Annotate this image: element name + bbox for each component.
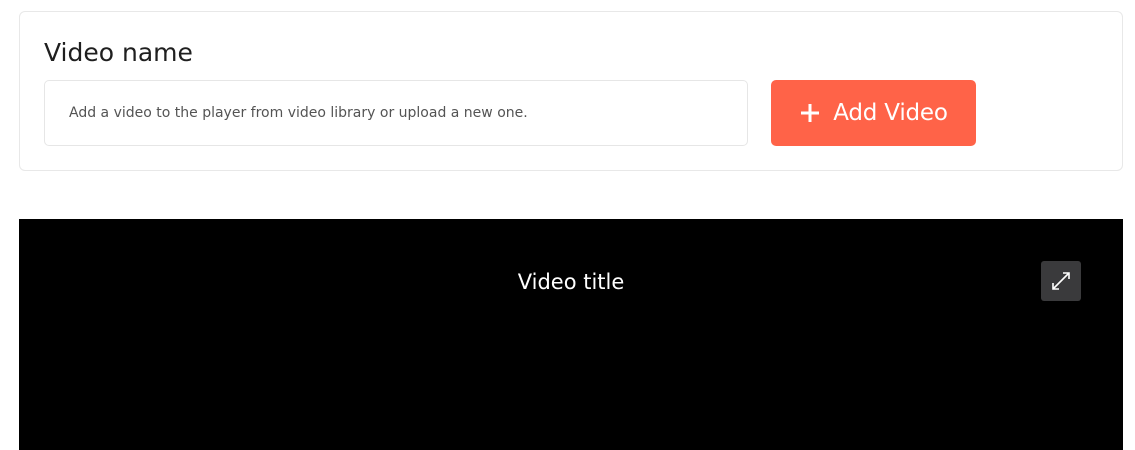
expand-button[interactable]	[1041, 261, 1081, 301]
video-field-hint: Add a video to the player from video lib…	[69, 105, 528, 121]
plus-icon	[801, 104, 820, 122]
expand-icon	[1052, 272, 1070, 290]
video-name-heading: Video name	[44, 38, 193, 67]
video-player[interactable]: Video title	[19, 219, 1123, 450]
add-video-button[interactable]: Add Video	[771, 80, 976, 146]
add-video-label: Add Video	[833, 100, 948, 126]
video-select-field[interactable]: Add a video to the player from video lib…	[44, 80, 748, 146]
video-title: Video title	[517, 270, 625, 294]
video-card: Video name Add a video to the player fro…	[19, 11, 1123, 171]
